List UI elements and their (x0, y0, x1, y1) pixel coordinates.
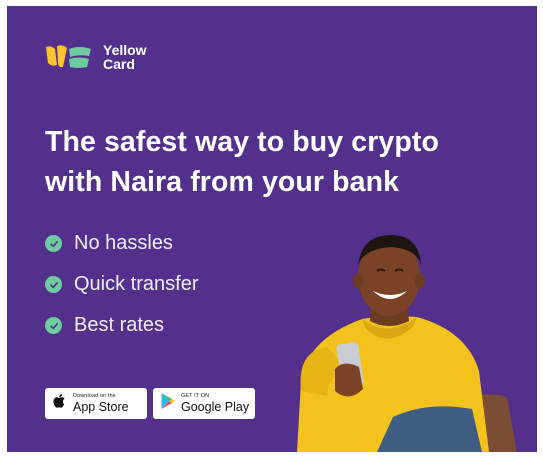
feature-label: Quick transfer (74, 273, 199, 295)
feature-list: No hassles Quick transfer Best rates (45, 223, 198, 346)
apple-icon (52, 392, 68, 415)
feature-item: No hassles (45, 223, 198, 264)
google-play-small-text: GET IT ON (181, 393, 210, 399)
yellow-card-logo-icon (45, 43, 95, 71)
feature-label: No hassles (74, 232, 173, 254)
hand (335, 363, 363, 397)
headline-line1: The safest way to buy crypto (45, 126, 439, 158)
yellow-card-ad-banner[interactable]: Yellow Card The safest way to buy crypto… (7, 6, 537, 452)
check-circle-icon (45, 276, 62, 293)
brand-name-line2: Card (103, 56, 135, 72)
smiling-man-illustration (267, 221, 537, 452)
google-play-label: Google Play (181, 399, 250, 414)
store-badges: Download on the App Store GET IT ON Goog… (45, 388, 255, 419)
brand-logo: Yellow Card (45, 43, 147, 71)
feature-label: Best rates (74, 314, 165, 336)
google-play-icon (160, 392, 176, 415)
app-store-label: App Store (73, 399, 129, 414)
google-play-text: GET IT ON Google Play (181, 393, 250, 414)
feature-item: Best rates (45, 305, 198, 346)
check-circle-icon (45, 235, 62, 252)
app-store-button[interactable]: Download on the App Store (45, 388, 147, 419)
brand-name-line1: Yellow (103, 42, 147, 58)
app-store-small-text: Download on the (73, 393, 116, 399)
brand-name: Yellow Card (103, 43, 147, 71)
headline: The safest way to buy crypto with Naira … (45, 122, 525, 202)
headline-line2: with Naira from your bank (45, 166, 400, 198)
feature-item: Quick transfer (45, 264, 198, 305)
check-circle-icon (45, 317, 62, 334)
app-store-text: Download on the App Store (73, 393, 129, 414)
google-play-button[interactable]: GET IT ON Google Play (153, 388, 255, 419)
